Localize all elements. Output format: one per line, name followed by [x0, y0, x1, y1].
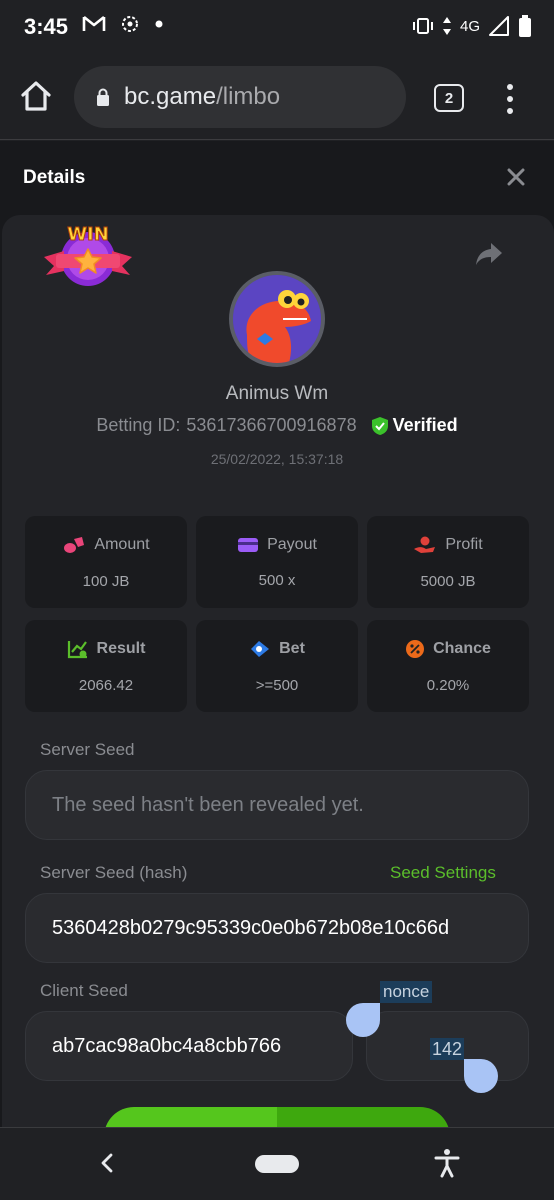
bet-tag-icon [251, 640, 270, 657]
system-navigation-bar [0, 1127, 554, 1200]
server-hash-field[interactable]: 5360428b0279c95339c0e0b672b08e10c66d [25, 893, 529, 963]
tab-switcher-button[interactable]: 2 [434, 84, 464, 112]
coins-icon [64, 536, 85, 553]
more-menu-button[interactable] [500, 82, 520, 116]
client-seed-label: Client Seed [40, 981, 128, 1000]
details-page: Details WIN Animus Wm Betting ID: 536173… [0, 141, 554, 1127]
home-icon [21, 81, 51, 111]
username: Animus Wm [225, 383, 329, 404]
stat-label: Payout [267, 535, 317, 553]
battery-icon [519, 15, 531, 37]
stat-result: Result 2066.42 [25, 620, 187, 712]
client-seed-value: ab7cac98a0bc4a8cbb766 [52, 1034, 282, 1057]
betting-id-label: Betting ID: [96, 415, 181, 435]
seed-settings-link[interactable]: Seed Settings [390, 863, 496, 883]
page-title: Details [23, 167, 86, 188]
win-badge-text: WIN [67, 224, 109, 245]
back-chevron-icon [101, 1153, 113, 1173]
chart-check-icon [67, 640, 87, 658]
stat-label: Profit [445, 535, 483, 553]
selection-handle-start[interactable] [346, 1003, 380, 1037]
server-hash-value: 5360428b0279c95339c0e0b672b08e10c66d [52, 916, 450, 939]
stat-value: 100 JB [82, 572, 130, 590]
stat-label: Amount [94, 535, 150, 553]
nonce-label: nonce [380, 981, 433, 1003]
network-type: 4G [459, 17, 480, 35]
avatar [229, 271, 325, 367]
status-time: 3:45 [24, 14, 69, 39]
browser-toolbar: bc.game/limbo 2 [0, 56, 554, 140]
stat-value: 2066.42 [78, 676, 134, 694]
vibrate-icon [412, 18, 433, 34]
notification-dot-icon [155, 20, 163, 28]
client-seed-field[interactable]: ab7cac98a0bc4a8cbb766 [25, 1011, 353, 1081]
url-text: bc.game/limbo [124, 83, 280, 111]
home-pill-button[interactable] [255, 1155, 299, 1173]
verify-button[interactable] [104, 1107, 450, 1127]
stat-value: 5000 JB [420, 572, 476, 590]
stat-amount: Amount 100 JB [25, 516, 187, 608]
server-seed-value: The seed hasn't been revealed yet. [52, 793, 364, 816]
wallet-icon [238, 537, 259, 552]
stat-payout: Payout 500 x [196, 516, 358, 608]
data-arrows-icon [442, 17, 451, 35]
nonce-value[interactable]: 142 [430, 1038, 465, 1060]
stat-chance: Chance 0.20% [367, 620, 529, 712]
signal-icon [489, 16, 509, 36]
betting-id: 53617366700916878 [186, 415, 357, 435]
stat-value: >=500 [255, 676, 299, 694]
stat-label: Result [96, 639, 146, 657]
bet-timestamp: 25/02/2022, 15:37:18 [210, 451, 344, 467]
stats-grid: Amount 100 JB Payout 500 x Profit 5000 J… [25, 516, 529, 712]
server-seed-label: Server Seed [40, 740, 135, 759]
stat-label: Bet [279, 639, 305, 657]
details-header: Details [0, 141, 554, 215]
gmail-icon [82, 15, 106, 31]
stat-label: Chance [433, 639, 491, 657]
win-badge-icon: WIN [44, 224, 132, 286]
win-badge: WIN [42, 221, 134, 291]
stat-value: 0.20% [426, 676, 470, 694]
betting-id-row: Betting ID: 53617366700916878 Verified [0, 415, 554, 436]
server-hash-label: Server Seed (hash) [40, 863, 188, 882]
address-bar[interactable]: bc.game/limbo [74, 66, 406, 128]
accessibility-icon [434, 1149, 460, 1178]
url-host: bc.game [124, 83, 217, 110]
tab-count: 2 [444, 89, 454, 107]
stat-bet: Bet >=500 [196, 620, 358, 712]
back-button[interactable] [98, 1152, 116, 1179]
verified-badge: Verified [371, 415, 458, 436]
hand-coins-icon [414, 536, 436, 553]
url-path: /limbo [216, 83, 281, 110]
close-icon [507, 168, 525, 186]
share-button[interactable] [474, 241, 504, 272]
share-icon [476, 243, 502, 265]
dino-avatar-icon [233, 275, 321, 363]
percent-icon [406, 639, 425, 658]
sync-icon [122, 16, 138, 32]
close-button[interactable] [504, 165, 528, 189]
verified-label: Verified [392, 415, 458, 435]
verified-shield-icon [371, 416, 388, 435]
stat-profit: Profit 5000 JB [367, 516, 529, 608]
home-button[interactable] [18, 78, 58, 118]
lock-icon [97, 88, 109, 106]
server-seed-field[interactable]: The seed hasn't been revealed yet. [25, 770, 529, 840]
status-bar: 3:45 4G [0, 0, 554, 56]
stat-value: 500 x [258, 571, 296, 589]
selection-handle-end[interactable] [464, 1059, 498, 1093]
accessibility-button[interactable] [434, 1148, 460, 1183]
